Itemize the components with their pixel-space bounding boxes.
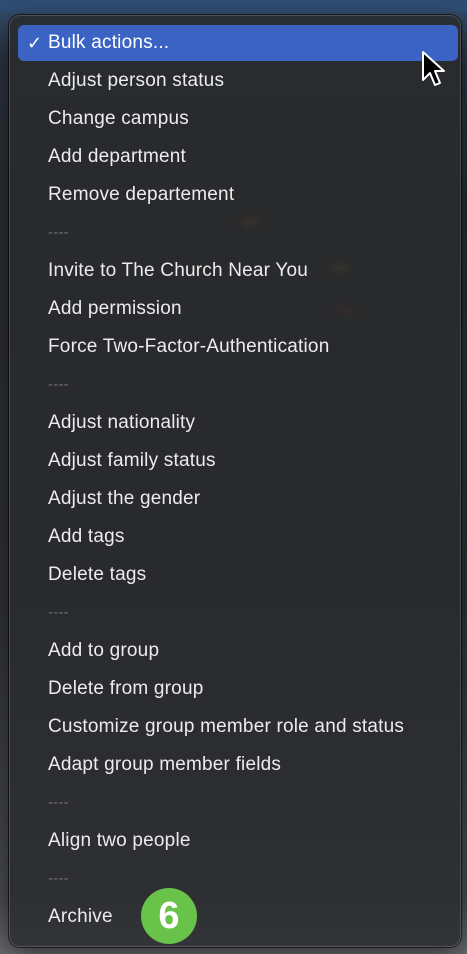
menu-item-add-to-group[interactable]: Add to group: [9, 632, 459, 670]
menu-separator: ----: [48, 794, 69, 811]
menu-separator: ----: [48, 870, 69, 887]
menu-item-align-two-people[interactable]: Align two people: [9, 822, 459, 860]
menu-item-bulk-actions[interactable]: ✓ Bulk actions...: [18, 25, 458, 61]
mouse-pointer-icon: [422, 51, 445, 86]
menu-separator: ----: [48, 224, 69, 241]
menu-item-adjust-family-status[interactable]: Adjust family status: [9, 442, 459, 480]
menu-item-label: Bulk actions...: [48, 32, 170, 53]
menu-item-delete-tags[interactable]: Delete tags: [9, 556, 459, 594]
checkmark-icon: ✓: [27, 33, 43, 53]
menu-item-remove-department[interactable]: Remove departement: [9, 176, 459, 214]
menu-item-add-tags[interactable]: Add tags: [9, 518, 459, 556]
menu-item-adjust-nationality[interactable]: Adjust nationality: [9, 404, 459, 442]
menu-item-add-department[interactable]: Add department: [9, 138, 459, 176]
menu-item-change-campus[interactable]: Change campus: [9, 100, 459, 138]
menu-item-delete-from-group[interactable]: Delete from group: [9, 670, 459, 708]
menu-item-invite-to-church[interactable]: Invite to The Church Near You: [9, 252, 459, 290]
menu-item-archive[interactable]: Archive: [9, 898, 459, 936]
menu-item-adjust-gender[interactable]: Adjust the gender: [9, 480, 459, 518]
background-toolbar-strip: [0, 0, 467, 12]
menu-separator: ----: [48, 376, 69, 393]
menu-item-adapt-group-member-fields[interactable]: Adapt group member fields: [9, 746, 459, 784]
menu-separator: ----: [48, 604, 69, 621]
step-number-badge: 6: [141, 888, 197, 944]
menu-item-adjust-person-status[interactable]: Adjust person status: [9, 62, 459, 100]
menu-item-customize-group-member-role[interactable]: Customize group member role and status: [9, 708, 459, 746]
menu-item-force-two-factor[interactable]: Force Two-Factor-Authentication: [9, 328, 459, 366]
menu-item-add-permission[interactable]: Add permission: [9, 290, 459, 328]
